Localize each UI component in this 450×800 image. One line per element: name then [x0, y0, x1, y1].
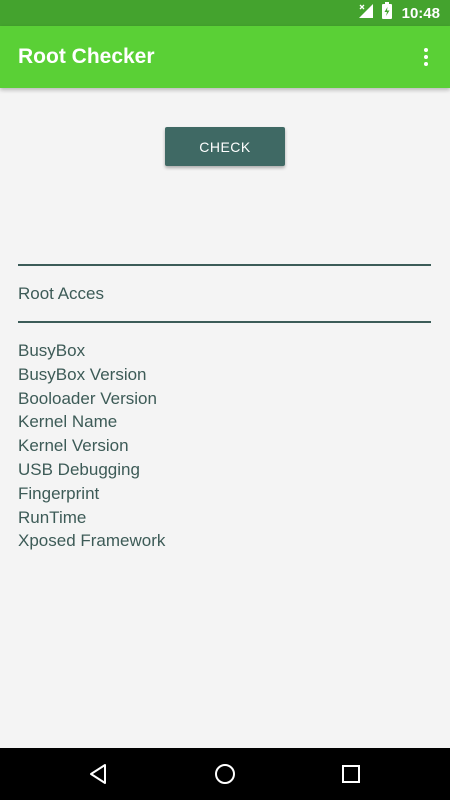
info-item-runtime: RunTime: [18, 507, 87, 527]
divider-bottom: [18, 321, 431, 323]
info-item-kernel-name: Kernel Name: [18, 412, 118, 432]
menu-dot: [424, 55, 428, 59]
info-item-bootloader-version: Booloader Version: [18, 388, 157, 408]
root-access-label: Root Acces: [18, 284, 104, 303]
app-title: Root Checker: [18, 45, 155, 68]
status-time: 10:48: [401, 4, 440, 22]
info-item-kernel-version: Kernel Version: [18, 436, 129, 456]
info-item-busybox: BusyBox: [18, 341, 86, 360]
check-button[interactable]: CHECK: [165, 127, 285, 166]
home-icon[interactable]: [213, 762, 237, 786]
divider-top: [18, 264, 431, 266]
status-icons: 10:48: [358, 0, 440, 26]
menu-dot: [424, 62, 428, 66]
more-vert-icon[interactable]: [414, 43, 438, 71]
status-bar: 10:48: [0, 0, 450, 26]
menu-dot: [424, 48, 428, 52]
navigation-bar: [0, 748, 450, 800]
info-item-usb-debugging: USB Debugging: [18, 459, 140, 479]
recents-icon[interactable]: [339, 762, 363, 786]
back-icon[interactable]: [87, 762, 111, 786]
info-item-xposed-framework: Xposed Framework: [18, 531, 166, 551]
main-content: CHECK Root Acces BusyBox BusyBox Version…: [0, 88, 450, 748]
battery-charging-icon: [381, 2, 392, 24]
no-signal-icon: [358, 3, 374, 24]
info-item-busybox-version: BusyBox Version: [18, 364, 147, 384]
info-list: BusyBox BusyBox Version Booloader Versio…: [18, 339, 165, 553]
info-item-fingerprint: Fingerprint: [18, 483, 100, 503]
app-bar: Root Checker: [0, 26, 450, 88]
